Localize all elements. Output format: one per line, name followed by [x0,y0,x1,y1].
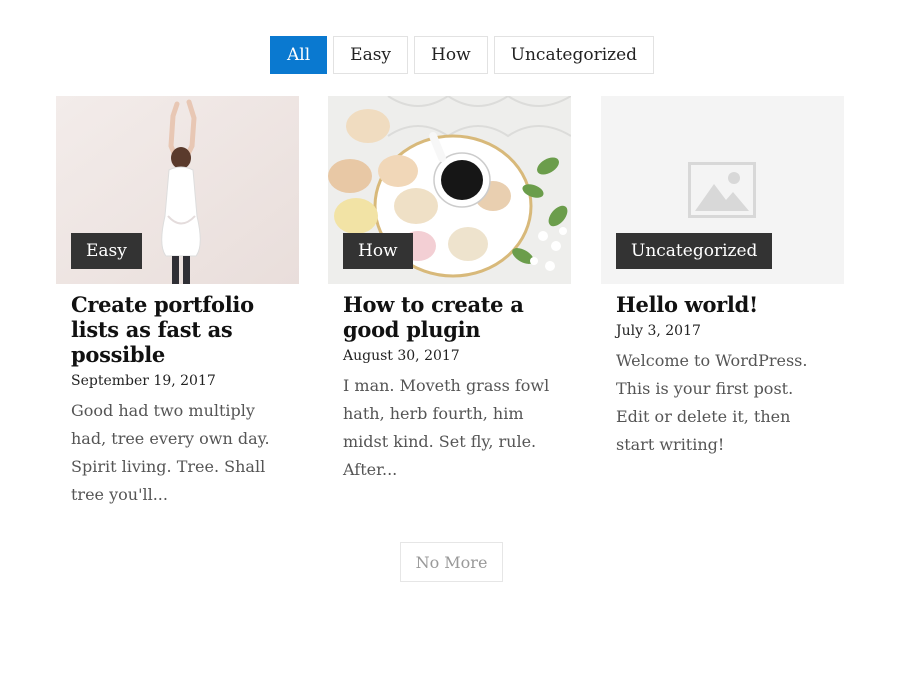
post-title[interactable]: Create portfolio lists as fast as possib… [71,292,284,367]
post-card: Easy Create portfolio lists as fast as p… [56,96,299,509]
post-date: September 19, 2017 [71,373,216,389]
post-excerpt: Welcome to WordPress. This is your first… [616,351,808,454]
post-card: How How to create a good plugin August 3… [328,96,571,484]
post-excerpt: Good had two multiply had, tree every ow… [71,401,270,504]
image-placeholder-icon [688,162,756,218]
post-thumbnail[interactable]: Easy [56,96,299,284]
post-card: Uncategorized Hello world! July 3, 2017 … [601,96,844,459]
no-more-button[interactable]: No More [400,542,503,582]
category-badge[interactable]: Uncategorized [616,233,773,269]
category-badge[interactable]: Easy [71,233,142,269]
category-filter-bar: All Easy How Uncategorized [270,36,655,74]
post-title[interactable]: How to create a good plugin [343,292,556,342]
filter-easy-button[interactable]: Easy [333,36,409,74]
post-thumbnail[interactable]: Uncategorized [601,96,844,284]
category-badge[interactable]: How [343,233,413,269]
filter-uncategorized-button[interactable]: Uncategorized [493,36,655,74]
post-date: August 30, 2017 [343,348,460,364]
post-thumbnail[interactable]: How [328,96,571,284]
post-excerpt: I man. Moveth grass fowl hath, herb four… [343,376,550,479]
filter-how-button[interactable]: How [414,36,488,74]
post-date: July 3, 2017 [616,323,701,339]
filter-all-button[interactable]: All [270,36,328,74]
post-title[interactable]: Hello world! [616,292,829,317]
